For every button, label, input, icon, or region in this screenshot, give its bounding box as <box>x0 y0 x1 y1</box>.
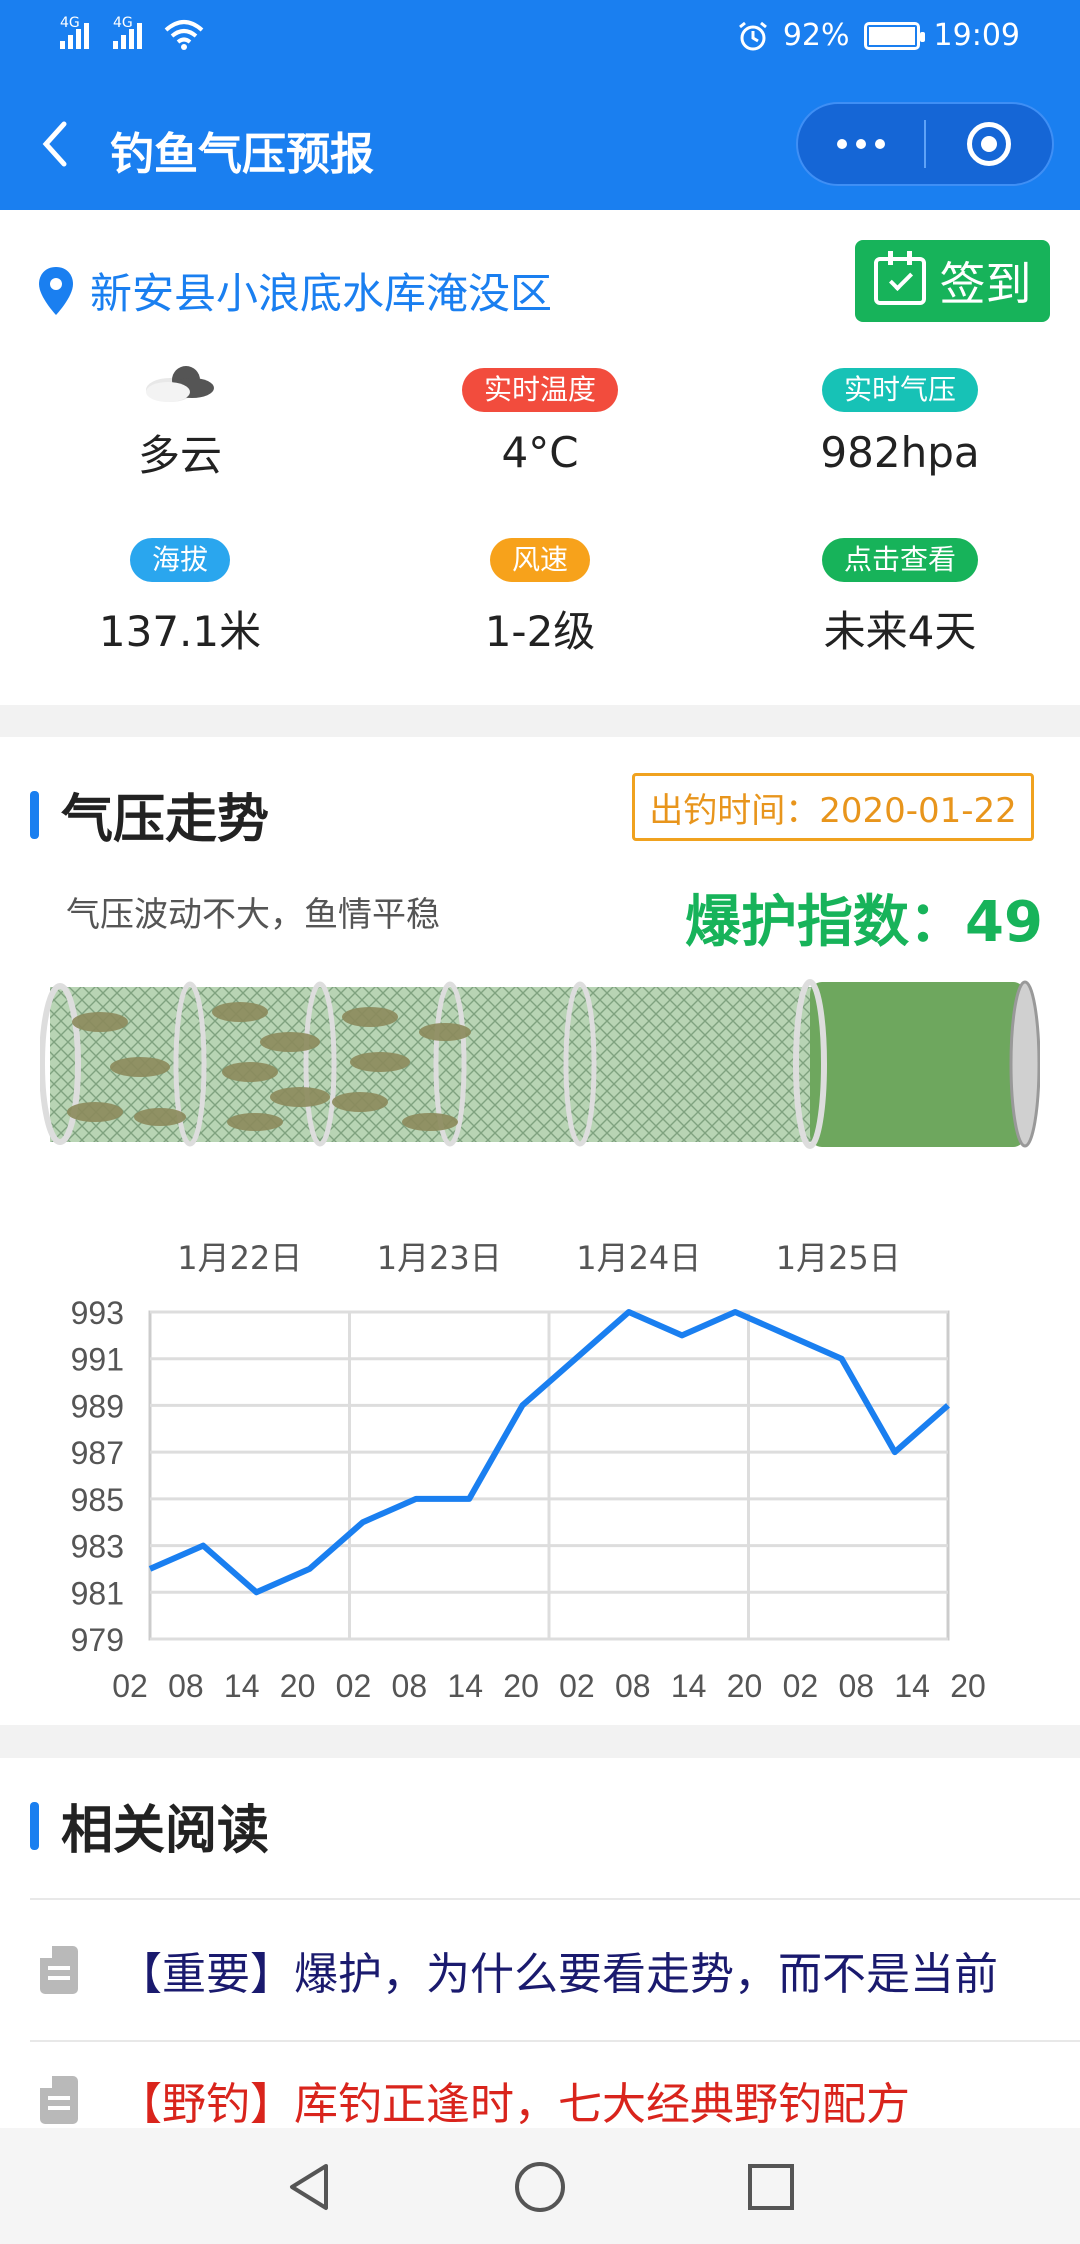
chart-y-tick: 987 <box>71 1435 124 1471</box>
chart-y-tick: 989 <box>71 1388 124 1424</box>
pressure-tag: 实时气压 <box>821 368 978 412</box>
altitude-value: 137.1米 <box>98 607 262 656</box>
article-2-tag: 【野钓】 <box>118 2079 294 2130</box>
chart-y-tick: 979 <box>71 1622 124 1658</box>
pressure-value: 982hpa <box>820 428 980 477</box>
chart-x-tick: 08 <box>615 1668 651 1704</box>
chart-x-tick: 02 <box>783 1668 819 1704</box>
signin-button[interactable]: 签到 <box>855 240 1050 322</box>
more-dots-icon <box>837 139 885 149</box>
temperature: 实时温度 4°C <box>370 368 710 477</box>
chart-x-tick: 02 <box>559 1668 595 1704</box>
chart-y-tick: 981 <box>71 1575 124 1611</box>
condition-value: 多云 <box>137 431 222 480</box>
chart-x-tick: 20 <box>727 1668 763 1704</box>
reading-title: 相关阅读 <box>61 1801 270 1861</box>
article-item-2[interactable]: 【野钓】库钓正逢时，七大经典野钓配方 <box>40 2068 910 2132</box>
chart-x-tick: 02 <box>112 1668 148 1704</box>
top-bar: 4G 4G 92% 19:09 钓鱼气压预报 <box>0 0 1080 210</box>
fishing-date[interactable]: 出钓时间：2020-01-22 <box>632 773 1034 841</box>
wind-value: 1-2级 <box>484 607 596 656</box>
fish-keepnet-image <box>40 979 1040 1149</box>
temperature-tag: 实时温度 <box>461 368 618 412</box>
clock: 19:09 <box>933 18 1020 53</box>
temperature-value: 4°C <box>501 428 579 477</box>
article-1-title: 爆护，为什么要看走势，而不是当前 <box>294 1949 998 2000</box>
more-button[interactable] <box>798 104 924 184</box>
chart-x-tick: 02 <box>336 1668 372 1704</box>
chart-y-tick: 991 <box>71 1342 124 1378</box>
cell-signal-icon-2: 4G <box>113 15 142 49</box>
recents-square-icon[interactable] <box>744 2160 798 2214</box>
article-1-tag: 【重要】 <box>118 1949 294 2000</box>
system-nav-bar <box>0 2128 1080 2244</box>
chart-x-tick: 14 <box>894 1668 930 1704</box>
altitude: 海拔 137.1米 <box>10 538 350 659</box>
weather-condition: 多云 <box>10 360 350 483</box>
article-2-text: 【野钓】库钓正逢时，七大经典野钓配方 <box>118 2068 910 2132</box>
pressure: 实时气压 982hpa <box>730 368 1070 477</box>
battery-percent: 92% <box>782 18 850 53</box>
cloudy-icon <box>146 366 214 402</box>
chart-x-tick: 08 <box>838 1668 874 1704</box>
trend-description: 气压波动不大，鱼情平稳 <box>66 895 440 935</box>
chart-y-tick: 993 <box>71 1295 124 1331</box>
document-icon <box>40 1946 78 1994</box>
chart-x-tick: 14 <box>224 1668 260 1704</box>
chart-y-tick: 983 <box>71 1529 124 1565</box>
chart-x-tick: 08 <box>392 1668 428 1704</box>
mini-program-capsule <box>796 102 1054 186</box>
forecast-value: 未来4天 <box>823 607 977 656</box>
chart-x-tick: 08 <box>168 1668 204 1704</box>
signin-label: 签到 <box>939 257 1032 311</box>
calendar-check-icon <box>873 251 926 305</box>
trend-title: 气压走势 <box>61 790 270 850</box>
article-1-text: 【重要】爆护，为什么要看走势，而不是当前 <box>118 1938 998 2002</box>
network-type-label-2: 4G <box>113 15 133 31</box>
cell-signal-icon: 4G <box>60 15 89 49</box>
chart-y-tick: 985 <box>71 1482 124 1518</box>
wifi-icon <box>164 20 204 50</box>
chart-x-tick: 14 <box>671 1668 707 1704</box>
chart-x-tick: 20 <box>950 1668 986 1704</box>
forecast-link[interactable]: 点击查看 未来4天 <box>730 538 1070 659</box>
home-circle-icon[interactable] <box>513 2160 567 2214</box>
forecast-tag[interactable]: 点击查看 <box>821 538 978 582</box>
location-pin-icon <box>39 266 73 315</box>
back-triangle-icon[interactable] <box>282 2160 336 2214</box>
chart-day-label: 1月23日 <box>377 1239 502 1277</box>
chart-day-label: 1月22日 <box>177 1239 302 1277</box>
alarm-icon <box>738 21 767 50</box>
article-2-title: 库钓正逢时，七大经典野钓配方 <box>294 2079 910 2130</box>
pressure-line-chart: 993 991 989 987 985 983 981 979 1月22日 1月23日 1月24日 1… <box>71 1239 986 1704</box>
pressure-trend-card: 气压走势 出钓时间：2020-01-22 气压波动不大，鱼情平稳 爆护指数：49 <box>0 737 1080 1725</box>
document-icon <box>40 2076 78 2124</box>
altitude-tag: 海拔 <box>129 538 230 582</box>
chart-x-tick: 20 <box>503 1668 539 1704</box>
location[interactable]: 新安县小浪底水库淹没区 <box>36 260 552 321</box>
status-bar: 4G 4G 92% 19:09 <box>0 0 1080 80</box>
related-reading-card: 相关阅读 【重要】爆护，为什么要看走势，而不是当前 【野钓】库钓正逢时，七大经典… <box>0 1758 1080 2130</box>
weather-card: 新安县小浪底水库淹没区 签到 多云 实时温度 4°C 实时气压 982hpa 海… <box>0 210 1080 705</box>
chart-day-label: 1月24日 <box>576 1239 701 1277</box>
target-icon <box>966 122 1011 166</box>
reading-section-title: 相关阅读 <box>30 1788 269 1863</box>
chart-x-tick: 20 <box>280 1668 316 1704</box>
network-type-label: 4G <box>60 15 80 31</box>
battery-icon <box>863 21 925 50</box>
trend-section-title: 气压走势 <box>30 777 269 852</box>
chart-x-tick: 14 <box>447 1668 483 1704</box>
location-name: 新安县小浪底水库淹没区 <box>90 269 553 318</box>
chart-day-label: 1月25日 <box>776 1239 901 1277</box>
wind-tag: 风速 <box>489 538 590 582</box>
article-item-1[interactable]: 【重要】爆护，为什么要看走势，而不是当前 <box>40 1938 998 2002</box>
nav-bar: 钓鱼气压预报 <box>0 80 1080 210</box>
wind: 风速 1-2级 <box>370 538 710 659</box>
page-title: 钓鱼气压预报 <box>110 129 374 180</box>
catch-index: 爆护指数：49 <box>685 890 1043 955</box>
close-program-button[interactable] <box>926 104 1052 184</box>
back-icon[interactable] <box>36 116 76 172</box>
